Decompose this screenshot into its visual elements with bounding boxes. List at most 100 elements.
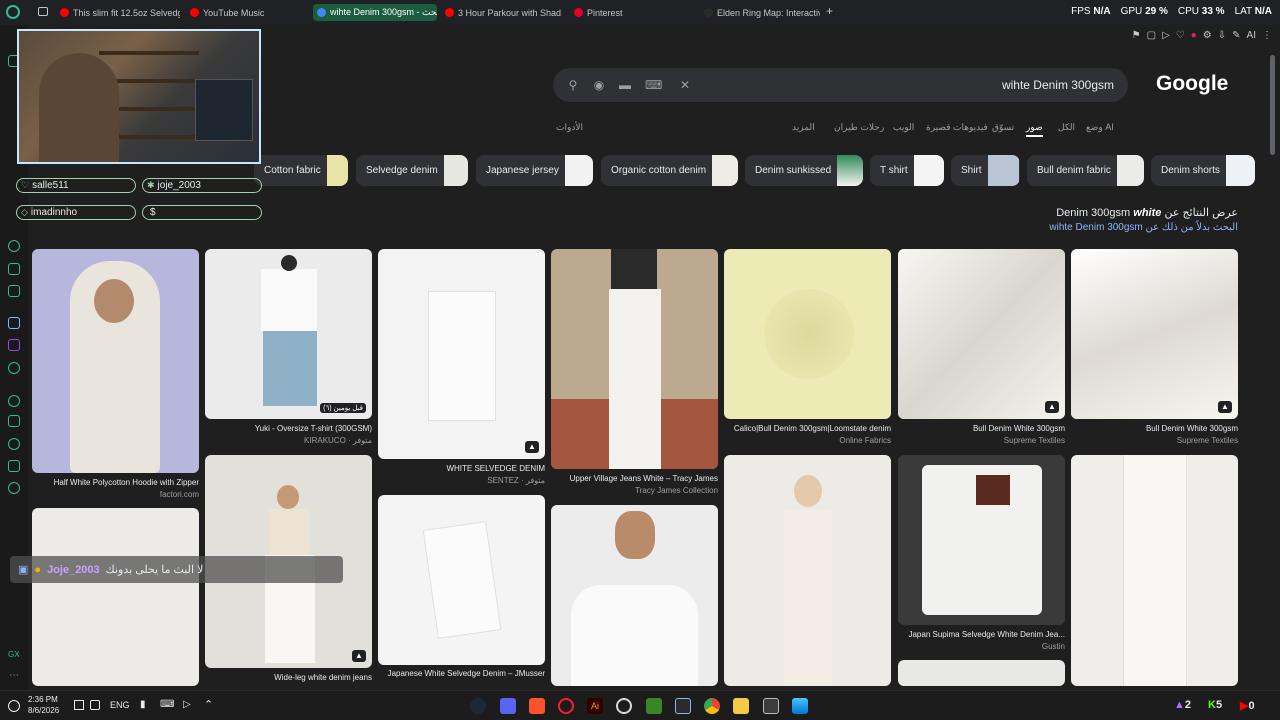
- nav-web[interactable]: الويب: [893, 122, 914, 133]
- tab-pinterest[interactable]: Pinterest: [570, 4, 680, 21]
- nav-shopping[interactable]: تسوّق: [992, 122, 1014, 133]
- discord-icon[interactable]: [500, 698, 516, 714]
- nav-flights[interactable]: رحلات طيران: [834, 122, 884, 133]
- corrected-word[interactable]: white: [1133, 207, 1161, 219]
- cube-icon[interactable]: [8, 460, 20, 472]
- heart-icon[interactable]: ♡: [1176, 30, 1185, 41]
- nav-more[interactable]: المزيد: [792, 122, 815, 133]
- related-cotton-fabric[interactable]: Cotton fabric: [254, 155, 348, 186]
- wifi-icon[interactable]: [90, 700, 100, 710]
- tab-elden-ring-map[interactable]: Elden Ring Map: Interactive: [700, 4, 820, 21]
- twitch-icon[interactable]: [8, 339, 20, 351]
- notification-icon[interactable]: [74, 700, 84, 710]
- related-denim-shorts[interactable]: Denim shorts: [1151, 155, 1255, 186]
- related-denim-sunkissed[interactable]: Denim sunkissed: [745, 155, 863, 186]
- result-caption[interactable]: Half White Polycotton Hoodie with Zipper: [32, 478, 199, 487]
- result-caption[interactable]: Bull Denim White 300gsm: [1071, 424, 1238, 433]
- chrome-icon[interactable]: [704, 698, 720, 714]
- tab-selvedge[interactable]: This slim fit 12.5oz Selvedg: [56, 4, 180, 21]
- result-image-bull-denim-2[interactable]: ▲: [1071, 249, 1238, 419]
- lens-icon[interactable]: ◉: [593, 79, 605, 91]
- result-caption[interactable]: Bull Denim White 300gsm: [898, 424, 1065, 433]
- result-caption[interactable]: Japanese White Selvedge Denim – JMusser: [378, 669, 545, 678]
- tab-parkour[interactable]: 3 Hour Parkour with Shad: [441, 4, 561, 21]
- history-icon[interactable]: [8, 240, 20, 252]
- gemini-icon[interactable]: [8, 317, 20, 329]
- clear-icon[interactable]: ✕: [679, 79, 691, 91]
- list-icon[interactable]: [8, 415, 20, 427]
- download-icon[interactable]: ⇩: [1218, 30, 1226, 41]
- nav-all[interactable]: الكل: [1058, 122, 1075, 133]
- nav-ai-mode[interactable]: وضع AI: [1086, 122, 1114, 133]
- extensions-icon[interactable]: ⚙: [1203, 30, 1212, 41]
- whatsapp-icon[interactable]: [8, 362, 20, 374]
- result-caption[interactable]: Upper Village Jeans White – Tracy James: [551, 474, 718, 483]
- settings-icon[interactable]: [8, 482, 20, 494]
- nav-short-videos[interactable]: فيديوهات قصيرة: [926, 122, 988, 133]
- keyboard-tray-icon[interactable]: ⌨: [160, 699, 174, 710]
- gx-icon[interactable]: GX: [8, 650, 20, 659]
- result-caption[interactable]: Calico|Bull Denim 300gsm|Loomstate denim: [724, 424, 891, 433]
- search-bar[interactable]: ⚲ ◉ ▬ ⌨ ✕ wihte Denim 300gsm: [553, 68, 1128, 102]
- steam-icon[interactable]: [470, 698, 486, 714]
- result-image-white-outfit-model[interactable]: [724, 455, 891, 686]
- screenshot-icon[interactable]: ▢: [1147, 30, 1156, 41]
- result-image-hoodie[interactable]: [32, 249, 199, 473]
- new-tab-button[interactable]: +: [826, 4, 833, 18]
- result-image-flare-jeans[interactable]: [1071, 455, 1238, 686]
- search-input[interactable]: wihte Denim 300gsm: [1002, 78, 1114, 92]
- language-indicator[interactable]: ENG: [110, 700, 130, 710]
- google-logo[interactable]: Google: [1156, 72, 1228, 96]
- result-image-supima-selvedge[interactable]: [898, 455, 1065, 625]
- notes-icon[interactable]: [8, 263, 20, 275]
- tools-icon[interactable]: ✎: [1232, 30, 1240, 41]
- pin-icon[interactable]: ⚑: [1132, 30, 1141, 41]
- illustrator-icon[interactable]: Ai: [587, 698, 603, 714]
- result-image-partial[interactable]: [898, 660, 1065, 686]
- microphone-tray-icon[interactable]: ▮: [140, 699, 146, 710]
- task-view-icon[interactable]: [763, 698, 779, 714]
- music-icon[interactable]: [8, 395, 20, 407]
- original-query-link[interactable]: wihte Denim 300gsm: [1049, 222, 1142, 233]
- tab-youtube-music[interactable]: YouTube Music: [186, 4, 296, 21]
- result-caption[interactable]: Yuki - Oversize T-shirt (300GSM): [205, 424, 372, 433]
- minecraft-icon[interactable]: [646, 698, 662, 714]
- result-image-bull-denim-1[interactable]: ▲: [898, 249, 1065, 419]
- system-clock[interactable]: 2:36 PM 8/6/2026: [28, 694, 59, 716]
- keyboard-icon[interactable]: ⌨: [645, 79, 662, 91]
- search-icon[interactable]: ⚲: [567, 79, 579, 91]
- related-t-shirt[interactable]: T shirt: [870, 155, 944, 186]
- related-japanese-jersey[interactable]: Japanese jersey: [476, 155, 593, 186]
- related-selvedge-denim[interactable]: Selvedge denim: [356, 155, 468, 186]
- microphone-icon[interactable]: ▬: [619, 79, 631, 91]
- tray-expand-icon[interactable]: ⌃: [204, 698, 213, 711]
- nav-images[interactable]: صور: [1026, 122, 1043, 137]
- related-organic-cotton-denim[interactable]: Organic cotton denim: [601, 155, 738, 186]
- file-explorer-icon[interactable]: [733, 698, 749, 714]
- clock-icon[interactable]: [8, 438, 20, 450]
- result-image-white-pants[interactable]: [32, 508, 199, 686]
- ai-button[interactable]: AI: [1247, 30, 1256, 41]
- nav-tools[interactable]: الأدوات: [556, 122, 583, 133]
- result-image-calico-bull-denim[interactable]: [724, 249, 891, 419]
- result-image-oversize-tshirt[interactable]: قبل يومين (٦): [205, 249, 372, 419]
- settings-tray-icon[interactable]: [8, 700, 20, 712]
- tab-switcher-icon[interactable]: [38, 7, 48, 16]
- result-image-white-selvedge[interactable]: ▲: [378, 249, 545, 459]
- result-caption[interactable]: WHITE SELVEDGE DENIM: [378, 464, 545, 473]
- menu-icon[interactable]: ⋮: [1262, 30, 1272, 41]
- mail-icon[interactable]: [8, 285, 20, 297]
- result-image-japanese-selvedge[interactable]: [378, 495, 545, 665]
- obs-icon[interactable]: [616, 698, 632, 714]
- opera-gx-icon[interactable]: [558, 698, 574, 714]
- browser-logo-icon[interactable]: [6, 5, 20, 19]
- more-icon[interactable]: ⋯: [9, 670, 19, 681]
- related-bull-denim-fabric[interactable]: Bull denim fabric: [1027, 155, 1144, 186]
- volume-icon[interactable]: ▷: [183, 699, 191, 710]
- page-scrollbar[interactable]: [1270, 55, 1275, 155]
- result-caption[interactable]: Japan Supima Selvedge White Denim Jea...: [898, 630, 1065, 639]
- play-icon[interactable]: ▷: [1162, 30, 1170, 41]
- store-icon[interactable]: [675, 698, 691, 714]
- result-caption[interactable]: Wide-leg white denim jeans: [205, 673, 372, 682]
- brave-icon[interactable]: [529, 698, 545, 714]
